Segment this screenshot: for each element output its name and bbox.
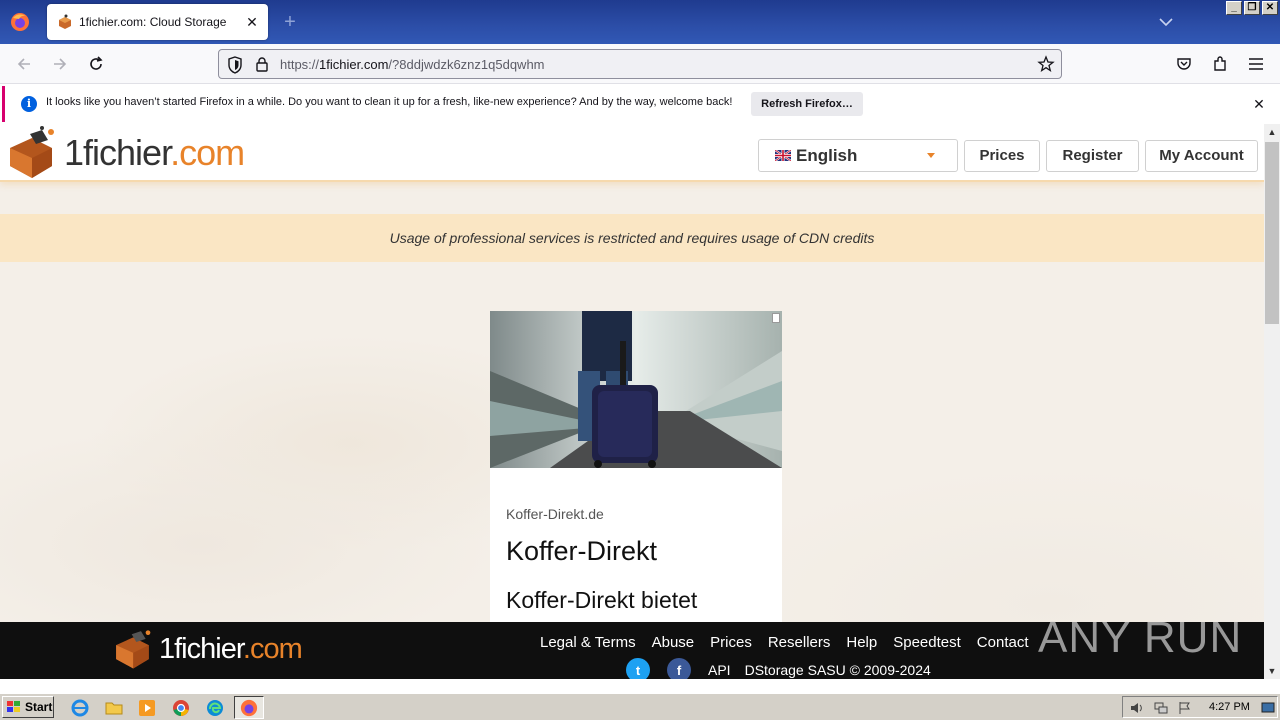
forward-icon[interactable] [48, 52, 72, 76]
refresh-firefox-button[interactable]: Refresh Firefox… [751, 92, 863, 116]
ad-source[interactable]: Koffer-Direkt.de [506, 506, 604, 522]
taskbar-clock[interactable]: 4:27 PM [1209, 701, 1250, 713]
ad-body[interactable]: Koffer-Direkt bietet [506, 587, 697, 614]
url-text[interactable]: https://1fichier.com/?8ddjwdzk6znz1q5dqw… [280, 57, 545, 72]
file-explorer-icon[interactable] [104, 698, 124, 718]
chevron-down-icon [927, 153, 935, 158]
action-center-flag-icon[interactable] [1177, 700, 1193, 716]
hamburger-menu-icon[interactable] [1244, 52, 1268, 76]
language-select[interactable]: English [758, 139, 958, 172]
footer-links: Legal & Terms Abuse Prices Resellers Hel… [540, 634, 1045, 651]
footer-logo[interactable]: 1fichier.com [113, 628, 303, 670]
vertical-scrollbar[interactable]: ▲ ▼ [1264, 124, 1280, 679]
uk-flag-icon [775, 150, 791, 161]
footer-bottom-row: t f API DStorage SASU © 2009-2024 [626, 658, 931, 679]
footer-link-resellers[interactable]: Resellers [768, 634, 831, 651]
reload-icon[interactable] [84, 52, 108, 76]
minimize-button[interactable]: _ [1226, 1, 1242, 15]
scroll-up-icon[interactable]: ▲ [1264, 124, 1280, 140]
prices-button[interactable]: Prices [964, 140, 1040, 172]
footer-link-help[interactable]: Help [846, 634, 877, 651]
page-viewport: 1fichier.com English Prices Register My … [0, 124, 1264, 679]
my-account-button[interactable]: My Account [1145, 140, 1258, 172]
footer-link-legal[interactable]: Legal & Terms [540, 634, 636, 651]
tab-title: 1fichier.com: Cloud Storage [79, 15, 227, 29]
ad-headline[interactable]: Koffer-Direkt [506, 536, 657, 567]
extensions-icon[interactable] [1208, 52, 1232, 76]
close-tab-icon[interactable]: ✕ [240, 10, 264, 34]
new-tab-button[interactable]: + [278, 11, 302, 35]
logo-wordmark: 1fichier.com [64, 132, 245, 173]
firefox-taskbar-icon[interactable] [239, 698, 259, 718]
bookmark-star-icon[interactable] [1037, 55, 1055, 73]
close-notification-icon[interactable]: ✕ [1250, 95, 1268, 113]
scroll-down-icon[interactable]: ▼ [1264, 663, 1280, 679]
tab-strip: 1fichier.com: Cloud Storage ✕ + _ ❐ ✕ [0, 0, 1280, 44]
language-label: English [796, 145, 858, 165]
volume-icon[interactable] [1129, 700, 1145, 716]
info-icon: i [21, 96, 37, 112]
window-controls: _ ❐ ✕ [1226, 1, 1278, 15]
system-tray: 4:27 PM [1122, 696, 1278, 718]
address-bar[interactable]: https://1fichier.com/?8ddjwdzk6znz1q5dqw… [218, 49, 1062, 79]
footer-link-contact[interactable]: Contact [977, 634, 1029, 651]
firefox-menu-icon[interactable] [8, 10, 32, 34]
footer-copyright: DStorage SASU © 2009-2024 [744, 662, 931, 678]
box-logo-icon [10, 126, 54, 178]
pocket-icon[interactable] [1172, 52, 1196, 76]
edge-icon[interactable] [205, 698, 225, 718]
show-desktop-icon[interactable] [1261, 701, 1275, 715]
windows-logo-icon [7, 701, 20, 712]
scroll-thumb[interactable] [1265, 142, 1279, 324]
box-logo-icon [116, 630, 151, 669]
firefox-refresh-notification: i It looks like you haven’t started Fire… [2, 86, 1276, 122]
tracking-protection-shield-icon[interactable] [227, 56, 243, 74]
back-icon[interactable] [12, 52, 36, 76]
lock-icon[interactable] [255, 56, 269, 72]
media-player-icon[interactable] [137, 698, 157, 718]
ad-choices-icon[interactable] [772, 313, 780, 323]
restore-button[interactable]: ❐ [1244, 1, 1260, 15]
register-button[interactable]: Register [1046, 140, 1139, 172]
footer-link-speedtest[interactable]: Speedtest [893, 634, 961, 651]
advertisement[interactable]: Koffer-Direkt.de Koffer-Direkt Koffer-Di… [490, 311, 782, 641]
tab-1fichier[interactable]: 1fichier.com: Cloud Storage ✕ [47, 4, 268, 40]
close-window-button[interactable]: ✕ [1262, 1, 1278, 15]
list-all-tabs-icon[interactable] [1156, 12, 1176, 32]
footer-link-api[interactable]: API [708, 662, 731, 678]
anyrun-watermark: ANY RUN [1038, 613, 1243, 662]
ad-photo-suitcase [490, 311, 782, 468]
windows-taskbar: Start 4:27 PM [0, 693, 1280, 720]
footer-link-abuse[interactable]: Abuse [652, 634, 695, 651]
site-header: 1fichier.com English Prices Register My … [0, 124, 1264, 182]
cdn-notice-banner: Usage of professional services is restri… [0, 214, 1264, 262]
network-icon[interactable] [1153, 700, 1169, 716]
site-logo[interactable]: 1fichier.com [6, 126, 245, 180]
notification-message: It looks like you haven’t started Firefo… [46, 96, 733, 108]
1fichier-favicon-icon [59, 14, 71, 29]
start-button[interactable]: Start [2, 696, 54, 718]
facebook-icon[interactable]: f [667, 658, 691, 679]
internet-explorer-icon[interactable] [70, 698, 90, 718]
chrome-icon[interactable] [171, 698, 191, 718]
navigation-toolbar: https://1fichier.com/?8ddjwdzk6znz1q5dqw… [0, 44, 1280, 84]
footer-link-prices[interactable]: Prices [710, 634, 752, 651]
twitter-icon[interactable]: t [626, 658, 650, 679]
